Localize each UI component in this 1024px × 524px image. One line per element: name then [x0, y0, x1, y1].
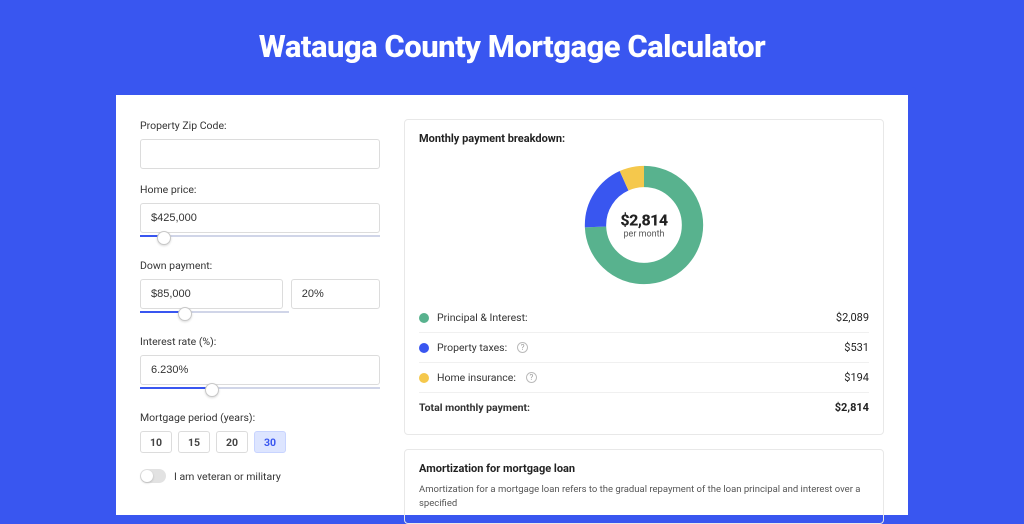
down-payment-pct-input[interactable] [291, 279, 380, 309]
home-price-label: Home price: [140, 183, 380, 196]
zip-input[interactable] [140, 139, 380, 169]
down-payment-group: Down payment: [140, 259, 380, 321]
down-payment-input[interactable] [140, 279, 283, 309]
legend-value: $194 [844, 371, 869, 384]
legend-row: Principal & Interest: $2,089 [419, 303, 869, 332]
down-payment-label: Down payment: [140, 259, 380, 272]
period-btn-15[interactable]: 15 [178, 431, 210, 453]
legend-value: $531 [844, 341, 869, 354]
toggle-knob-icon [141, 470, 153, 482]
interest-rate-group: Interest rate (%): [140, 335, 380, 397]
legend: Principal & Interest: $2,089 Property taxe… [419, 303, 869, 422]
home-price-slider[interactable] [140, 231, 380, 245]
info-icon[interactable]: ? [526, 372, 537, 383]
period-btn-20[interactable]: 20 [216, 431, 248, 453]
calculator-card: Property Zip Code: Home price: Down paym… [116, 95, 908, 515]
donut-chart: $2,814 per month [580, 161, 708, 289]
zip-label: Property Zip Code: [140, 119, 380, 132]
veteran-toggle[interactable] [140, 469, 166, 483]
legend-label: Principal & Interest: [437, 311, 528, 324]
interest-rate-input[interactable] [140, 355, 380, 385]
legend-dot-icon [419, 343, 429, 353]
info-icon[interactable]: ? [517, 342, 528, 353]
legend-row: Home insurance:? $194 [419, 362, 869, 392]
home-price-input[interactable] [140, 203, 380, 233]
down-payment-slider[interactable] [140, 307, 289, 321]
legend-label: Property taxes: [437, 341, 507, 354]
donut-center-amount: $2,814 [620, 211, 667, 230]
legend-dot-icon [419, 313, 429, 323]
legend-total-row: Total monthly payment: $2,814 [419, 392, 869, 422]
card-backdrop: Property Zip Code: Home price: Down paym… [108, 87, 916, 523]
zip-group: Property Zip Code: [140, 119, 380, 169]
breakdown-title: Monthly payment breakdown: [419, 132, 869, 145]
breakdown-panel: Monthly payment breakdown: $2,814 per mo… [404, 119, 884, 435]
form-column: Property Zip Code: Home price: Down paym… [140, 119, 380, 515]
legend-total-value: $2,814 [835, 401, 869, 414]
period-btn-30[interactable]: 30 [254, 431, 286, 453]
legend-total-label: Total monthly payment: [419, 401, 530, 414]
slider-thumb-icon[interactable] [205, 383, 219, 397]
slider-thumb-icon[interactable] [178, 307, 192, 321]
legend-dot-icon [419, 373, 429, 383]
amortization-title: Amortization for mortgage loan [419, 462, 869, 475]
results-column: Monthly payment breakdown: $2,814 per mo… [404, 119, 884, 515]
amortization-panel: Amortization for mortgage loan Amortizat… [404, 449, 884, 524]
veteran-label: I am veteran or military [174, 470, 281, 483]
amortization-text: Amortization for a mortgage loan refers … [419, 483, 869, 511]
period-btn-10[interactable]: 10 [140, 431, 172, 453]
interest-rate-label: Interest rate (%): [140, 335, 380, 348]
page-title: Watauga County Mortgage Calculator [0, 0, 1024, 87]
slider-thumb-icon[interactable] [157, 231, 171, 245]
mortgage-period-label: Mortgage period (years): [140, 411, 380, 424]
legend-row: Property taxes:? $531 [419, 332, 869, 362]
home-price-group: Home price: [140, 183, 380, 245]
mortgage-period-group: Mortgage period (years): 10 15 20 30 [140, 411, 380, 453]
donut-center-sub: per month [620, 230, 667, 240]
mortgage-period-buttons: 10 15 20 30 [140, 431, 380, 453]
donut-chart-wrap: $2,814 per month [419, 153, 869, 303]
interest-rate-slider[interactable] [140, 383, 380, 397]
veteran-toggle-row: I am veteran or military [140, 469, 380, 483]
legend-value: $2,089 [836, 311, 869, 324]
legend-label: Home insurance: [437, 371, 516, 384]
